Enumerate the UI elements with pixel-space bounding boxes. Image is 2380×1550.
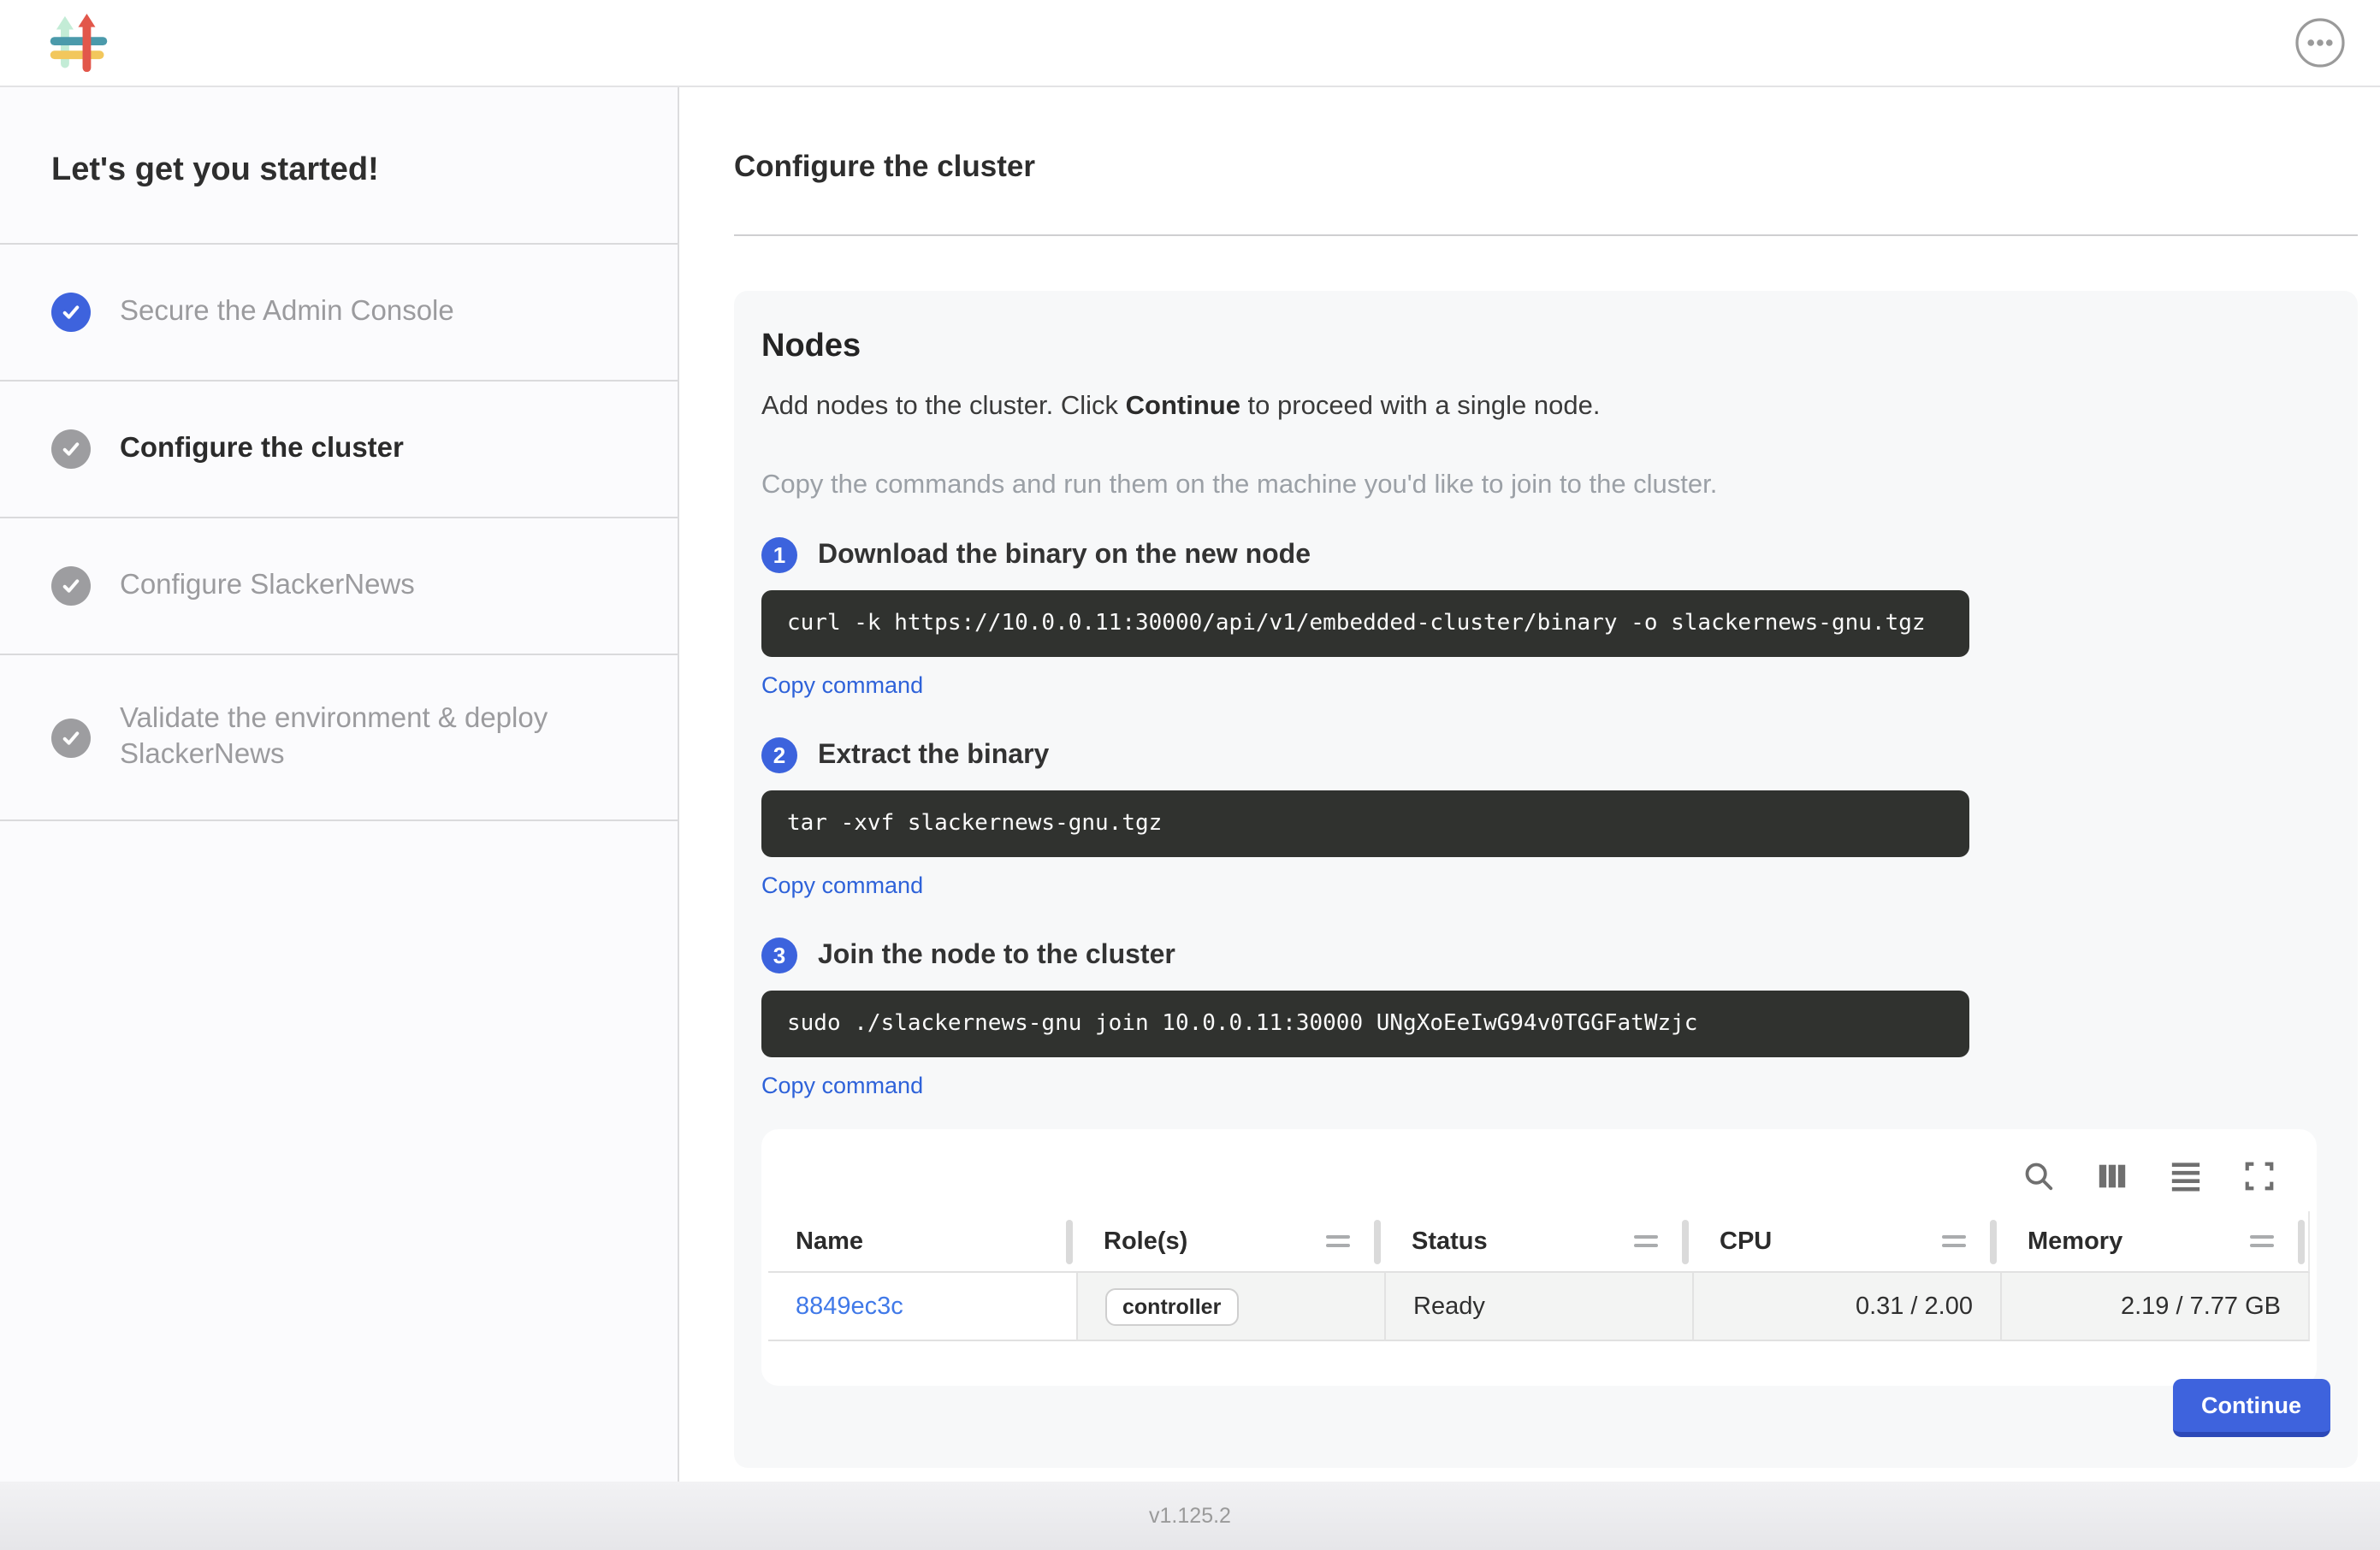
column-header-roles[interactable]: Role(s) [1076,1211,1384,1273]
node-cpu-cell: 0.31 / 2.00 [1692,1273,2000,1341]
node-roles-cell: controller [1076,1273,1384,1341]
copy-command-link[interactable]: Copy command [761,873,923,898]
search-icon[interactable] [2021,1158,2055,1192]
check-pending-icon [51,718,91,757]
join-step-1: 1 Download the binary on the new node cu… [761,537,2330,701]
step-number-badge: 1 [761,537,797,573]
command-code-block: curl -k https://10.0.0.11:30000/api/v1/e… [761,590,1969,657]
column-header-label: Memory [2028,1228,2122,1255]
table-row: 8849ec3c controller Ready 0.31 / 2.00 2.… [768,1273,2310,1341]
column-menu-icon[interactable] [1326,1235,1360,1247]
table-header-row: Name Role(s) Status CPU [768,1211,2310,1273]
column-header-cpu[interactable]: CPU [1692,1211,2000,1273]
step-heading: 2 Extract the binary [761,737,2330,773]
step-number-badge: 2 [761,737,797,773]
check-pending-icon [51,566,91,606]
sidebar-item-secure-admin-console[interactable]: Secure the Admin Console [0,245,678,382]
nodes-card: Nodes Add nodes to the cluster. Click Co… [734,291,2358,1468]
join-step-2: 2 Extract the binary tar -xvf slackernew… [761,737,2330,902]
sidebar-heading: Let's get you started! [0,87,678,245]
intro-continue-emphasis: Continue [1126,392,1240,421]
column-menu-icon[interactable] [2250,1235,2284,1247]
nodes-table: Name Role(s) Status CPU [768,1211,2310,1341]
main-panel: Configure the cluster Nodes Add nodes to… [679,87,2380,1482]
sidebar-item-label: Validate the environment & deploy Slacke… [120,701,626,773]
copy-command-link[interactable]: Copy command [761,1073,923,1098]
column-header-label: Role(s) [1104,1228,1187,1255]
column-header-label: CPU [1720,1228,1772,1255]
column-header-label: Name [796,1228,863,1255]
sidebar-item-configure-cluster[interactable]: Configure the cluster [0,382,678,518]
role-chip: controller [1105,1287,1238,1325]
slackernews-logo-icon [50,14,108,72]
join-hint-text: Copy the commands and run them on the ma… [761,470,2330,501]
step-heading: 1 Download the binary on the new node [761,537,2330,573]
version-label: v1.125.2 [1149,1504,1231,1528]
sidebar-item-label: Secure the Admin Console [120,294,454,330]
top-bar [0,0,2380,87]
columns-icon[interactable] [2094,1158,2128,1192]
app-window: Let's get you started! Secure the Admin … [0,0,2380,1550]
column-menu-icon[interactable] [1942,1235,1976,1247]
node-name-cell: 8849ec3c [768,1273,1076,1341]
command-code-block: sudo ./slackernews-gnu join 10.0.0.11:30… [761,991,1969,1057]
setup-sidebar: Let's get you started! Secure the Admin … [0,87,679,1482]
step-title: Download the binary on the new node [818,540,1311,571]
column-menu-icon[interactable] [1634,1235,1668,1247]
step-number-badge: 3 [761,938,797,973]
check-complete-icon [51,293,91,332]
sidebar-item-label: Configure SlackerNews [120,568,415,604]
sidebar-item-label: Configure the cluster [120,431,404,467]
nodes-intro: Add nodes to the cluster. Click Continue… [761,392,2330,423]
continue-button[interactable]: Continue [2172,1379,2330,1437]
overflow-menu-button[interactable] [2294,17,2346,68]
check-pending-icon [51,429,91,469]
intro-text: to proceed with a single node. [1240,392,1601,421]
step-title: Join the node to the cluster [818,940,1175,971]
nodes-table-card: Name Role(s) Status CPU [761,1129,2317,1386]
table-toolbar [761,1153,2317,1198]
fullscreen-icon[interactable] [2241,1158,2276,1192]
join-step-3: 3 Join the node to the cluster sudo ./sl… [761,938,2330,1102]
node-status-cell: Ready [1384,1273,1692,1341]
page-title: Configure the cluster [734,149,2358,185]
column-header-name[interactable]: Name [768,1211,1076,1273]
app-footer: v1.125.2 [0,1482,2380,1550]
nodes-heading: Nodes [761,328,2330,366]
node-name-link[interactable]: 8849ec3c [796,1293,903,1320]
sidebar-item-validate-deploy[interactable]: Validate the environment & deploy Slacke… [0,655,678,821]
sidebar-item-configure-slackernews[interactable]: Configure SlackerNews [0,518,678,655]
copy-command-link[interactable]: Copy command [761,672,923,698]
step-title: Extract the binary [818,740,1049,771]
column-header-memory[interactable]: Memory [2000,1211,2310,1273]
column-header-status[interactable]: Status [1384,1211,1692,1273]
step-heading: 3 Join the node to the cluster [761,938,2330,973]
title-divider [734,234,2358,236]
column-header-label: Status [1412,1228,1488,1255]
node-memory-cell: 2.19 / 7.77 GB [2000,1273,2310,1341]
command-code-block: tar -xvf slackernews-gnu.tgz [761,790,1969,857]
intro-text: Add nodes to the cluster. Click [761,392,1126,421]
density-icon[interactable] [2168,1158,2202,1192]
ellipsis-circle-icon [2294,17,2346,68]
content-row: Let's get you started! Secure the Admin … [0,87,2380,1482]
